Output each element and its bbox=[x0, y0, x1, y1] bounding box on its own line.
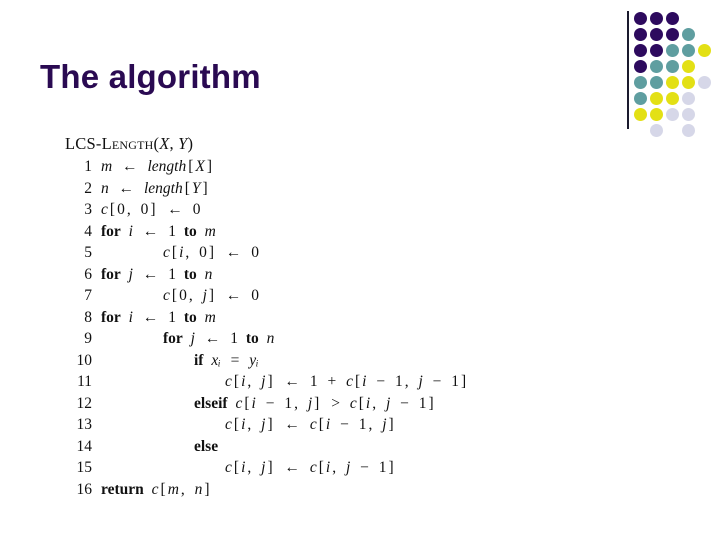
line-code: n ← length[Y] bbox=[101, 179, 208, 197]
pseudocode-line: 9 for j ← 1 to n bbox=[62, 330, 532, 352]
line-code: for j ← 1 to n bbox=[163, 330, 275, 347]
pseudocode-line: 13 c[i, j] ← c[i − 1, j] bbox=[62, 416, 532, 438]
line-code: c[0, 0] ← 0 bbox=[101, 201, 201, 218]
algorithm-name-smallcaps: Length bbox=[101, 134, 154, 153]
deco-dot bbox=[698, 76, 711, 89]
algorithm-name-prefix: LCS- bbox=[65, 134, 102, 153]
deco-dot bbox=[650, 92, 663, 105]
line-code: if xᵢ = yᵢ bbox=[194, 351, 259, 369]
deco-dot bbox=[682, 92, 695, 105]
deco-dot bbox=[666, 92, 679, 105]
deco-dot bbox=[650, 60, 663, 73]
line-number: 7 bbox=[84, 287, 92, 304]
deco-dot bbox=[634, 76, 647, 89]
pseudocode-line: 15 c[i, j] ← c[i, j − 1] bbox=[62, 459, 532, 481]
deco-dot bbox=[634, 44, 647, 57]
line-number: 10 bbox=[76, 351, 93, 369]
deco-dot bbox=[634, 12, 647, 25]
deco-dot bbox=[650, 44, 663, 57]
pseudocode-line: 7 c[0, j] ← 0 bbox=[62, 287, 532, 309]
corner-decoration bbox=[624, 8, 720, 137]
pseudocode-line: 6 for j ← 1 to n bbox=[62, 266, 532, 288]
vertical-divider-rule bbox=[627, 11, 629, 129]
algorithm-pseudocode: LCS-Length(X, Y) 1 m ← length[X] 2 n ← leng… bbox=[62, 134, 532, 502]
line-number: 16 bbox=[76, 480, 93, 498]
deco-dot bbox=[682, 44, 695, 57]
deco-dot bbox=[682, 124, 695, 137]
pseudocode-line: 1 m ← length[X] bbox=[62, 158, 532, 180]
line-number: 15 bbox=[76, 459, 93, 476]
line-code: elseif c[i − 1, j] > c[i, j − 1] bbox=[194, 394, 434, 412]
pseudocode-line: 10 if xᵢ = yᵢ bbox=[62, 352, 532, 374]
line-number: 1 bbox=[84, 158, 92, 175]
line-number: 11 bbox=[77, 373, 92, 390]
pseudocode-line-list: 1 m ← length[X] 2 n ← length[Y] 3 c[0, 0] ← 0… bbox=[62, 158, 532, 502]
line-code: c[i, j] ← c[i, j − 1] bbox=[225, 459, 394, 476]
deco-dot bbox=[634, 92, 647, 105]
line-code: c[i, j] ← 1 + c[i − 1, j − 1] bbox=[225, 373, 467, 390]
arg-separator: , bbox=[169, 134, 179, 153]
line-number: 3 bbox=[84, 201, 92, 218]
deco-dot bbox=[666, 12, 679, 25]
deco-dot bbox=[666, 28, 679, 41]
algorithm-header: LCS-Length(X, Y) bbox=[62, 134, 532, 154]
deco-dot bbox=[682, 76, 695, 89]
deco-dot bbox=[682, 28, 695, 41]
line-code: c[i, j] ← c[i − 1, j] bbox=[225, 416, 394, 433]
line-number: 4 bbox=[84, 222, 92, 240]
line-code: else bbox=[194, 437, 219, 455]
line-code: c[i, 0] ← 0 bbox=[163, 244, 260, 261]
deco-dot bbox=[650, 12, 663, 25]
line-number: 13 bbox=[76, 416, 93, 433]
line-code: for i ← 1 to m bbox=[101, 222, 216, 240]
algorithm-arg-y: Y bbox=[178, 134, 188, 153]
pseudocode-line: 12 elseif c[i − 1, j] > c[i, j − 1] bbox=[62, 395, 532, 417]
line-code: for i ← 1 to m bbox=[101, 308, 216, 326]
deco-dot bbox=[666, 60, 679, 73]
deco-dot bbox=[634, 28, 647, 41]
deco-dot bbox=[634, 108, 647, 121]
line-number: 14 bbox=[76, 437, 93, 455]
line-number: 6 bbox=[84, 265, 92, 283]
pseudocode-line: 3 c[0, 0] ← 0 bbox=[62, 201, 532, 223]
deco-dot bbox=[666, 76, 679, 89]
deco-dot bbox=[634, 60, 647, 73]
deco-dot bbox=[698, 44, 711, 57]
deco-dot bbox=[650, 108, 663, 121]
pseudocode-line: 11 c[i, j] ← 1 + c[i − 1, j − 1] bbox=[62, 373, 532, 395]
pseudocode-line: 4 for i ← 1 to m bbox=[62, 223, 532, 245]
line-number: 2 bbox=[84, 179, 92, 197]
pseudocode-line: 14 else bbox=[62, 438, 532, 460]
deco-dot bbox=[650, 76, 663, 89]
line-number: 12 bbox=[76, 394, 93, 412]
line-number: 5 bbox=[84, 244, 92, 261]
pseudocode-line: 2 n ← length[Y] bbox=[62, 180, 532, 202]
deco-dot bbox=[666, 44, 679, 57]
pseudocode-line: 16 return c[m, n] bbox=[62, 481, 532, 503]
line-code: m ← length[X] bbox=[101, 158, 213, 175]
deco-dot bbox=[650, 28, 663, 41]
algorithm-arg-x: X bbox=[159, 134, 170, 153]
pseudocode-line: 8 for i ← 1 to m bbox=[62, 309, 532, 331]
deco-dot bbox=[682, 108, 695, 121]
deco-dot bbox=[682, 60, 695, 73]
pseudocode-line: 5 c[i, 0] ← 0 bbox=[62, 244, 532, 266]
line-number: 8 bbox=[84, 308, 92, 326]
line-number: 9 bbox=[84, 330, 92, 347]
deco-dot bbox=[650, 124, 663, 137]
line-code: return c[m, n] bbox=[101, 480, 210, 498]
line-code: c[0, j] ← 0 bbox=[163, 287, 260, 304]
line-code: for j ← 1 to n bbox=[101, 265, 213, 283]
page-title: The algorithm bbox=[40, 58, 261, 95]
dot-grid bbox=[634, 12, 720, 137]
paren-close: ) bbox=[187, 134, 194, 153]
deco-dot bbox=[666, 108, 679, 121]
